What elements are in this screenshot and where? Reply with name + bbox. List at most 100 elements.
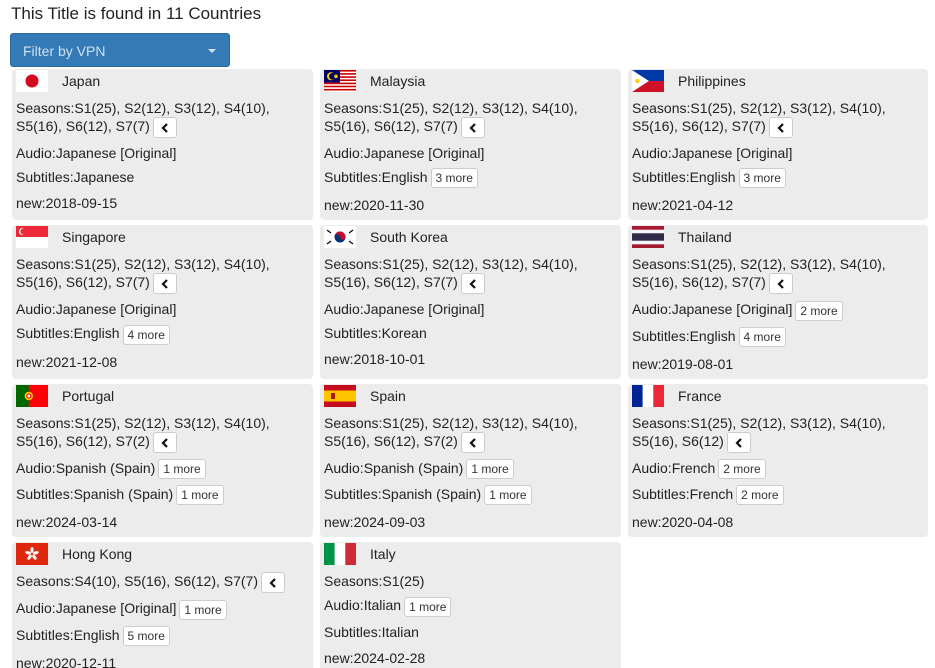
subtitles-row: Subtitles:Spanish (Spain) 1 more [16,485,309,506]
subtitles-more-button[interactable]: 3 more [738,168,786,189]
audio-row: Audio:Japanese [Original] [632,145,793,161]
seasons-row-cont: S5(16), S6(12), S7(2) [324,431,617,453]
seasons-row: Seasons:S1(25), S2(12), S3(12), S4(10), [632,414,886,431]
audio-row: Audio:Italian 1 more [324,596,617,617]
subtitles-more-button[interactable]: 4 more [122,324,170,345]
page-title: This Title is found in 11 Countries [11,4,262,23]
country-name: Italy [370,546,396,563]
seasons-row-cont: S5(16), S6(12), S7(7) [632,273,924,295]
italy-flag-icon [324,543,356,566]
hong-kong-flag-icon [16,543,48,566]
subtitles-more-button[interactable]: 2 more [736,485,784,506]
country-card: South Korea Seasons:S1(25), S2(12), S3(1… [320,225,621,379]
new-date: new:2024-03-14 [16,514,118,531]
chevron-left-icon[interactable] [152,431,177,453]
country-card: France Seasons:S1(25), S2(12), S3(12), S… [628,383,928,538]
audio-more-button[interactable]: 2 more [718,459,766,480]
seasons-row: Seasons:S1(25), S2(12), S3(12), S4(10), [16,100,270,116]
spain-flag-icon [324,384,356,407]
chevron-left-icon[interactable] [460,431,485,453]
filter-label: Filter by VPN [23,43,106,59]
new-date: new:2019-08-01 [632,355,734,372]
country-card: Spain Seasons:S1(25), S2(12), S3(12), S4… [320,383,621,538]
malaysia-flag-icon [324,70,356,92]
new-date: new:2020-11-30 [324,197,425,214]
seasons-row: Seasons:S1(25), S2(12), S3(12), S4(10), [632,100,886,116]
audio-row: Audio:Japanese [Original] [16,145,177,161]
audio-more-button[interactable]: 2 more [795,300,843,321]
subtitles-more-button[interactable]: 1 more [484,485,532,506]
audio-more-button[interactable]: 1 more [179,599,227,620]
country-name: Japan [62,73,101,89]
subtitles-row: Subtitles:English 3 more [324,168,617,189]
seasons-row: Seasons:S1(25), S2(12), S3(12), S4(10), [324,256,578,273]
country-card: Thailand Seasons:S1(25), S2(12), S3(12),… [628,225,928,379]
subtitles-row: Subtitles:English 4 more [16,324,309,345]
seasons-row-cont: S5(16), S6(12), S7(2) [16,431,309,453]
subtitles-more-button[interactable]: 1 more [176,485,224,506]
subtitles-more-button[interactable]: 4 more [738,326,786,347]
new-date: new:2018-10-01 [324,351,426,368]
new-date: new:2020-12-11 [16,655,117,668]
subtitles-row: Subtitles:French 2 more [632,485,924,506]
chevron-left-icon[interactable] [768,273,793,295]
new-date: new:2021-04-12 [632,197,734,214]
audio-row: Audio:Japanese [Original] [324,301,485,318]
country-name: Hong Kong [62,546,133,563]
seasons-row: Seasons:S1(25) [324,573,425,590]
chevron-left-icon[interactable] [261,572,286,594]
audio-more-button[interactable]: 1 more [404,596,452,617]
country-name: Singapore [62,229,126,246]
seasons-row: Seasons:S1(25), S2(12), S3(12), S4(10), [16,256,270,273]
caret-down-icon [208,49,216,53]
chevron-left-icon[interactable] [152,117,177,138]
seasons-row-cont: S5(16), S6(12) [632,431,924,453]
country-name: Portugal [62,387,115,404]
audio-row: Audio:Japanese [Original] [324,145,485,161]
country-grid: Japan Seasons:S1(25), S2(12), S3(12), S4… [12,69,928,668]
audio-row: Audio:French 2 more [632,459,924,480]
subtitles-row: Subtitles:Japanese [16,169,135,185]
thailand-flag-icon [632,226,664,249]
seasons-row-cont: S5(16), S6(12), S7(7) [16,117,309,138]
audio-more-button[interactable]: 1 more [466,459,514,480]
chevron-left-icon[interactable] [460,273,485,295]
audio-row: Audio:Japanese [Original] [16,301,177,318]
subtitles-more-button[interactable]: 3 more [430,168,478,189]
chevron-left-icon[interactable] [460,117,485,138]
chevron-left-icon[interactable] [152,273,177,295]
subtitles-more-button[interactable]: 5 more [122,626,170,647]
country-card: Malaysia Seasons:S1(25), S2(12), S3(12),… [320,69,621,221]
seasons-row-cont: S5(16), S6(12), S7(7) [324,117,617,138]
france-flag-icon [632,384,664,407]
seasons-row: Seasons:S1(25), S2(12), S3(12), S4(10), [632,256,886,273]
audio-more-button[interactable]: 1 more [158,459,206,480]
subtitles-row: Subtitles:English 3 more [632,168,924,189]
new-date: new:2020-04-08 [632,514,734,531]
new-date: new:2021-12-08 [16,353,118,370]
subtitles-row: Subtitles:Spanish (Spain) 1 more [324,485,617,506]
country-name: Malaysia [370,73,426,89]
chevron-left-icon[interactable] [768,117,793,138]
country-card: Hong Kong Seasons:S4(10), S5(16), S6(12)… [12,542,313,668]
country-name: South Korea [370,229,448,246]
philippines-flag-icon [632,70,664,92]
country-name: Philippines [678,73,746,89]
new-date: new:2024-02-28 [324,649,426,666]
seasons-row-cont: S5(16), S6(12), S7(7) [324,273,617,295]
filter-by-vpn-dropdown[interactable]: Filter by VPN [10,33,230,67]
subtitles-row: Subtitles:Italian [324,623,419,640]
country-card: Portugal Seasons:S1(25), S2(12), S3(12),… [12,383,313,538]
audio-row: Audio:Japanese [Original] 1 more [16,599,309,620]
audio-row: Audio:Japanese [Original] 2 more [632,300,924,321]
singapore-flag-icon [16,226,48,249]
country-name: Spain [370,387,406,404]
country-card: Singapore Seasons:S1(25), S2(12), S3(12)… [12,225,313,379]
chevron-left-icon[interactable] [726,431,751,453]
country-name: France [678,387,722,404]
audio-row: Audio:Spanish (Spain) 1 more [324,459,617,480]
seasons-row: Seasons:S1(25), S2(12), S3(12), S4(10), [324,414,578,431]
country-card: Japan Seasons:S1(25), S2(12), S3(12), S4… [12,69,313,221]
new-date: new:2018-09-15 [16,195,118,211]
country-card: Philippines Seasons:S1(25), S2(12), S3(1… [628,69,928,221]
